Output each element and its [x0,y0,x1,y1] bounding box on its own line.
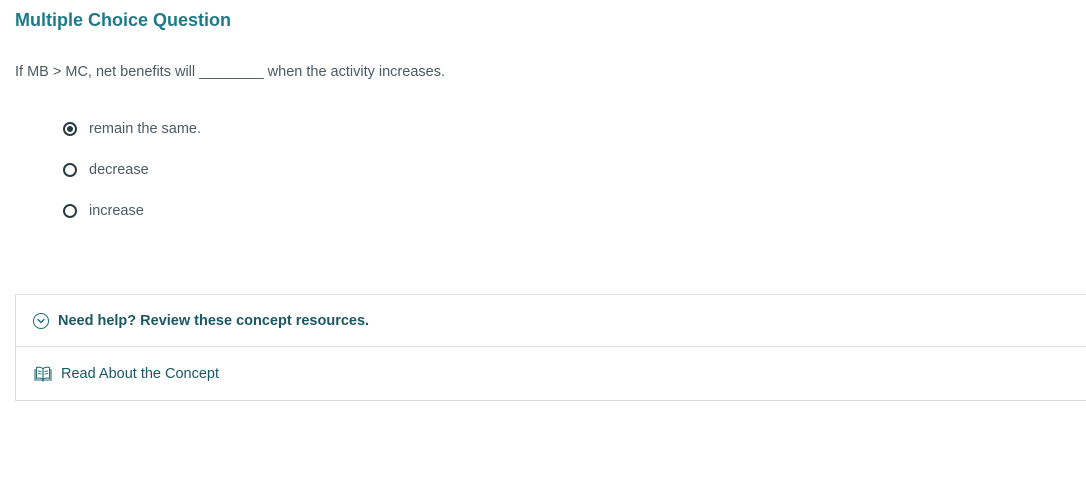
answer-option-2[interactable]: decrease [63,160,201,180]
chevron-down-circle-icon [33,312,49,329]
concept-resources-toggle[interactable]: Need help? Review these concept resource… [16,295,1086,347]
concept-resources-heading: Need help? Review these concept resource… [58,312,370,329]
answer-option-3[interactable]: increase [63,201,201,221]
book-icon [34,366,52,382]
answer-option-label: remain the same. [89,121,202,137]
answer-option-1[interactable]: remain the same. [63,119,201,139]
radio-button[interactable] [63,204,77,218]
question-prompt: If MB > MC, net benefits will ________ w… [15,64,445,80]
read-about-concept-label: Read About the Concept [61,366,220,382]
read-about-concept-link[interactable]: Read About the Concept [16,347,1086,401]
answer-option-label: increase [89,203,144,219]
answer-options: remain the same. decrease increase [63,119,201,242]
question-title: Multiple Choice Question [15,10,232,30]
answer-option-label: decrease [89,162,149,178]
radio-button[interactable] [63,163,77,177]
concept-resources-panel: Need help? Review these concept resource… [15,294,1086,401]
question-page: Multiple Choice Question If MB > MC, net… [0,0,1086,501]
radio-button-selected[interactable] [63,122,77,136]
